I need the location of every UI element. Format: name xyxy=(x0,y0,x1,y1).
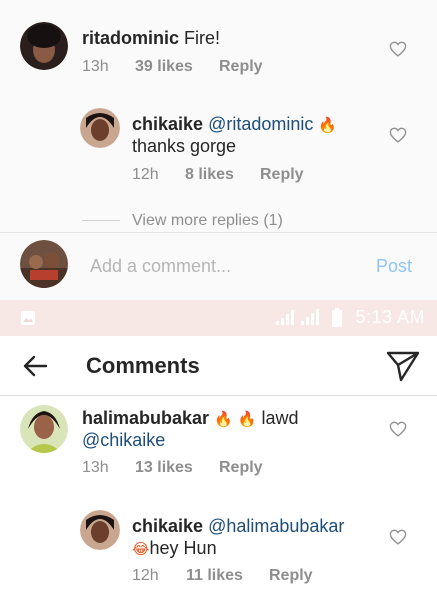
comment-text: halimabubakar 🔥 🔥 lawd xyxy=(82,407,299,431)
reply-button[interactable]: Reply xyxy=(219,58,263,76)
comment-body: lawd xyxy=(261,408,299,428)
post-button[interactable]: Post xyxy=(376,256,412,277)
avatar[interactable] xyxy=(80,108,120,148)
avatar[interactable] xyxy=(20,405,68,453)
comment-username[interactable]: halimabubakar xyxy=(82,408,209,428)
comment-likes[interactable]: 39 likes xyxy=(135,58,193,76)
comments-header: Comments xyxy=(0,336,437,396)
avatar[interactable] xyxy=(20,22,68,70)
reply-likes[interactable]: 11 likes xyxy=(186,567,243,585)
heart-icon[interactable] xyxy=(389,529,407,545)
laughing-emoji: 😂 xyxy=(132,541,150,558)
reply-body-line: 😂hey Hun xyxy=(132,537,217,561)
view-more-replies-link[interactable]: View more replies (1) xyxy=(132,212,283,230)
avatar xyxy=(20,240,68,288)
reply-button[interactable]: Reply xyxy=(260,166,304,184)
gallery-notification-icon xyxy=(20,310,36,329)
composer-divider xyxy=(0,232,437,233)
reply-button[interactable]: Reply xyxy=(219,459,263,477)
mention-link[interactable]: @chikaike xyxy=(82,430,165,450)
back-arrow-icon[interactable] xyxy=(22,353,48,379)
fire-emoji: 🔥 xyxy=(214,411,233,428)
page-title: Comments xyxy=(86,353,200,378)
reply-username[interactable]: chikaike xyxy=(132,516,203,536)
view-more-divider xyxy=(82,220,120,221)
comment-likes[interactable]: 13 likes xyxy=(135,459,193,477)
signal-icon xyxy=(276,308,322,329)
comment-mention-line: @chikaike xyxy=(82,429,165,452)
reply-button[interactable]: Reply xyxy=(269,567,313,585)
heart-icon[interactable] xyxy=(389,127,407,143)
reply-text: chikaike @ritadominic 🔥 xyxy=(132,113,337,137)
reply-body: thanks gorge xyxy=(132,136,237,156)
reply-body: hey Hun xyxy=(149,538,217,558)
mention-link[interactable]: @ritadominic xyxy=(208,114,313,134)
add-comment-input[interactable]: Add a comment... xyxy=(90,256,231,277)
battery-icon xyxy=(331,308,343,331)
reply-time: 12h xyxy=(132,567,159,584)
reply-text: chikaike @halimabubakar xyxy=(132,515,344,538)
reply-time: 12h xyxy=(132,166,159,183)
heart-icon[interactable] xyxy=(389,41,407,57)
reply-likes[interactable]: 8 likes xyxy=(185,166,234,184)
comment-username[interactable]: ritadominic xyxy=(82,28,179,48)
comment-body: Fire! xyxy=(184,28,221,48)
send-direct-icon[interactable] xyxy=(386,350,420,382)
comment-time: 13h xyxy=(82,58,109,75)
reply-username[interactable]: chikaike xyxy=(132,114,203,134)
avatar[interactable] xyxy=(80,510,120,550)
fire-emoji: 🔥 xyxy=(237,411,257,428)
status-bar: 5:13 AM xyxy=(0,300,437,336)
comment-time: 13h xyxy=(82,459,109,476)
fire-emoji: 🔥 xyxy=(318,117,338,134)
comment-text: ritadominic Fire! xyxy=(82,27,220,50)
status-time: 5:13 AM xyxy=(355,307,425,327)
mention-link[interactable]: @halimabubakar xyxy=(208,516,344,536)
heart-icon[interactable] xyxy=(389,421,407,437)
